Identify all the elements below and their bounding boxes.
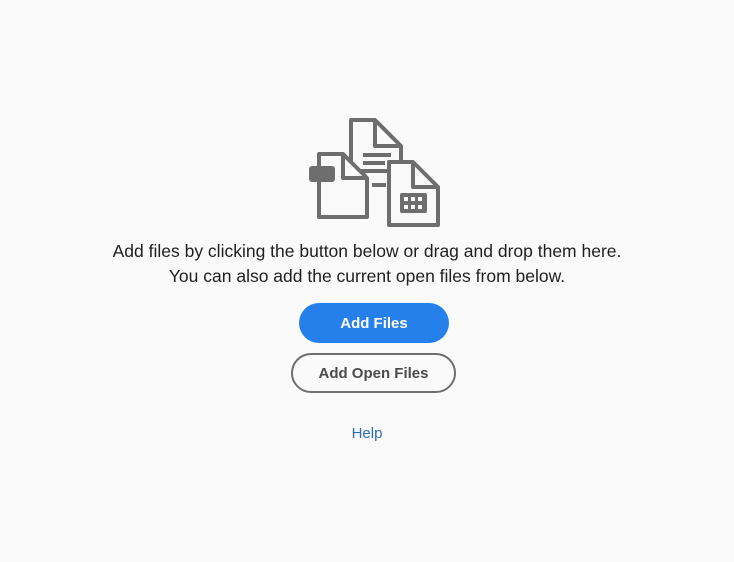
- instruction-line-1: Add files by clicking the button below o…: [112, 241, 622, 261]
- add-files-button[interactable]: Add Files: [299, 303, 449, 343]
- multiple-files-icon: [305, 117, 443, 229]
- help-link[interactable]: Help: [0, 425, 734, 442]
- instruction-line-2: You can also add the current open files …: [168, 266, 566, 286]
- empty-state-instructions: Add files by clicking the button below o…: [0, 239, 734, 289]
- combine-files-empty-panel: Add files by clicking the button below o…: [0, 0, 734, 562]
- add-open-files-button[interactable]: Add Open Files: [291, 353, 456, 393]
